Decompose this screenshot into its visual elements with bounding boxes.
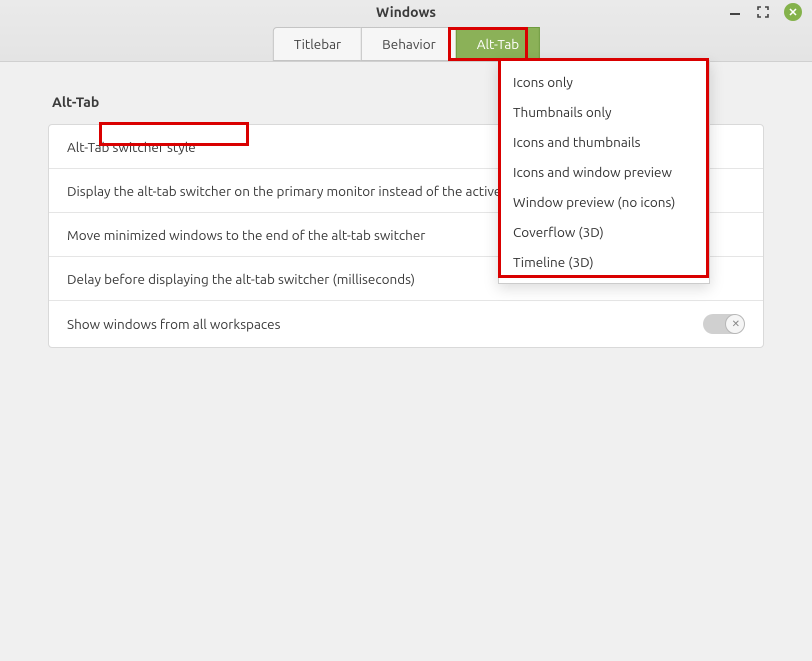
maximize-button[interactable]: [756, 5, 770, 19]
close-icon: ✕: [788, 6, 797, 19]
titlebar: Windows ✕ Titlebar Behavior Alt-Tab: [0, 0, 812, 62]
window-controls: ✕: [728, 3, 802, 21]
dropdown-item-icons-and-thumbnails[interactable]: Icons and thumbnails: [499, 127, 709, 157]
row-label-move-minimized: Move minimized windows to the end of the…: [67, 227, 425, 243]
dropdown-item-window-preview-no-icons[interactable]: Window preview (no icons): [499, 187, 709, 217]
switcher-style-dropdown: Icons only Thumbnails only Icons and thu…: [498, 60, 710, 284]
dropdown-item-icons-only[interactable]: Icons only: [499, 67, 709, 97]
close-button[interactable]: ✕: [784, 3, 802, 21]
tab-titlebar[interactable]: Titlebar: [273, 27, 362, 61]
row-label-primary-monitor: Display the alt-tab switcher on the prim…: [67, 183, 528, 199]
dropdown-item-icons-and-window-preview[interactable]: Icons and window preview: [499, 157, 709, 187]
minimize-button[interactable]: [728, 5, 742, 19]
dropdown-item-timeline-3d[interactable]: Timeline (3D): [499, 247, 709, 277]
tab-behavior[interactable]: Behavior: [361, 27, 457, 61]
tab-alt-tab[interactable]: Alt-Tab: [456, 27, 540, 61]
minimize-icon: [730, 9, 740, 15]
dropdown-item-coverflow-3d[interactable]: Coverflow (3D): [499, 217, 709, 247]
row-label-all-workspaces: Show windows from all workspaces: [67, 316, 280, 332]
tab-bar: Titlebar Behavior Alt-Tab: [273, 27, 539, 61]
maximize-icon: [757, 6, 769, 18]
toggle-off-icon: ✕: [732, 318, 740, 330]
window-title: Windows: [376, 4, 436, 20]
row-label-delay: Delay before displaying the alt-tab swit…: [67, 271, 415, 287]
row-label-switcher-style: Alt-Tab switcher style: [67, 139, 196, 155]
toggle-all-workspaces[interactable]: ✕: [703, 314, 745, 334]
row-all-workspaces: Show windows from all workspaces ✕: [49, 301, 763, 347]
dropdown-item-thumbnails-only[interactable]: Thumbnails only: [499, 97, 709, 127]
